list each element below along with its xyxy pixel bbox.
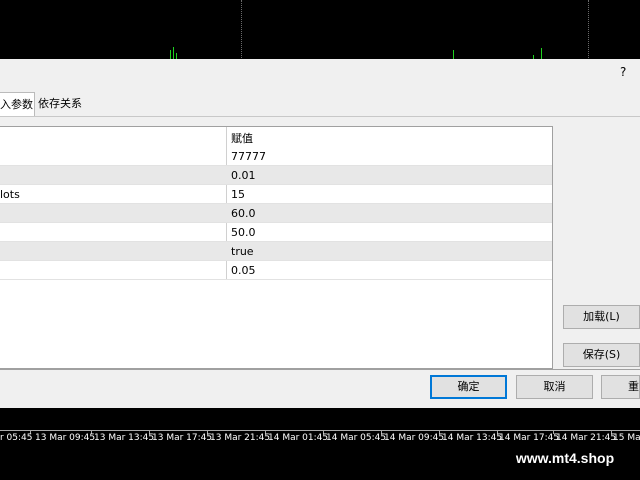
table-row[interactable]: true bbox=[0, 242, 552, 261]
time-tick-label: 14 Mar 01:45 bbox=[268, 433, 329, 443]
time-tick-label: 13 Mar 21:45 bbox=[210, 433, 271, 443]
watermark-text: www.mt4.shop bbox=[495, 447, 635, 469]
tab-dependencies[interactable]: 依存关系 bbox=[38, 92, 88, 115]
time-tick-label: 13 Mar 17:45 bbox=[152, 433, 213, 443]
time-axis: r 05:45 13 Mar 09:45 13 Mar 13:45 13 Mar… bbox=[0, 430, 640, 447]
param-value[interactable]: 77777 bbox=[231, 150, 266, 163]
save-button[interactable]: 保存(S) bbox=[563, 343, 640, 367]
time-tick-label: 14 Mar 17:45 bbox=[499, 433, 560, 443]
time-tick-label: 14 Mar 21:45 bbox=[556, 433, 617, 443]
param-value[interactable]: 50.0 bbox=[231, 226, 256, 239]
footer-divider bbox=[0, 369, 640, 370]
param-value[interactable]: 0.05 bbox=[231, 264, 256, 277]
table-row[interactable]: 50.0 bbox=[0, 223, 552, 242]
help-button[interactable]: ? bbox=[620, 65, 626, 79]
param-value[interactable]: 0.01 bbox=[231, 169, 256, 182]
chart-grid-line bbox=[588, 0, 589, 62]
table-header: 赋值 bbox=[0, 127, 552, 147]
table-row[interactable]: 77777 bbox=[0, 147, 552, 166]
time-tick-label: r 05:45 bbox=[0, 433, 33, 443]
table-row[interactable]: 0.05 bbox=[0, 261, 552, 280]
chart-grid-line bbox=[241, 0, 242, 62]
param-value[interactable]: 15 bbox=[231, 188, 245, 201]
param-value[interactable]: true bbox=[231, 245, 254, 258]
table-row[interactable]: lots 15 bbox=[0, 185, 552, 204]
table-row[interactable]: 0.01 bbox=[0, 166, 552, 185]
time-tick-label: 14 Mar 05:45 bbox=[326, 433, 387, 443]
tab-input-parameters[interactable]: 入参数 bbox=[0, 92, 35, 116]
chart-area-top bbox=[0, 0, 640, 62]
ok-button[interactable]: 确定 bbox=[430, 375, 507, 399]
time-tick-label: 14 Mar 13:45 bbox=[442, 433, 503, 443]
param-value[interactable]: 60.0 bbox=[231, 207, 256, 220]
time-tick-label: 13 Mar 09:45 bbox=[35, 433, 96, 443]
reset-button[interactable]: 重 bbox=[601, 375, 640, 399]
cancel-button[interactable]: 取消 bbox=[516, 375, 593, 399]
parameters-table: 赋值 77777 0.01 lots 15 60.0 50.0 true 0.0… bbox=[0, 126, 553, 369]
time-tick-label: 13 Mar 13:45 bbox=[94, 433, 155, 443]
load-button[interactable]: 加载(L) bbox=[563, 305, 640, 329]
time-tick-label: 15 Ma bbox=[613, 433, 640, 443]
tab-bar: 入参数 依存关系 bbox=[0, 92, 640, 116]
value-column-header: 赋值 bbox=[231, 132, 253, 145]
param-name: lots bbox=[0, 188, 20, 201]
tab-separator bbox=[0, 116, 640, 117]
table-row[interactable]: 60.0 bbox=[0, 204, 552, 223]
time-tick-label: 14 Mar 09:45 bbox=[384, 433, 445, 443]
